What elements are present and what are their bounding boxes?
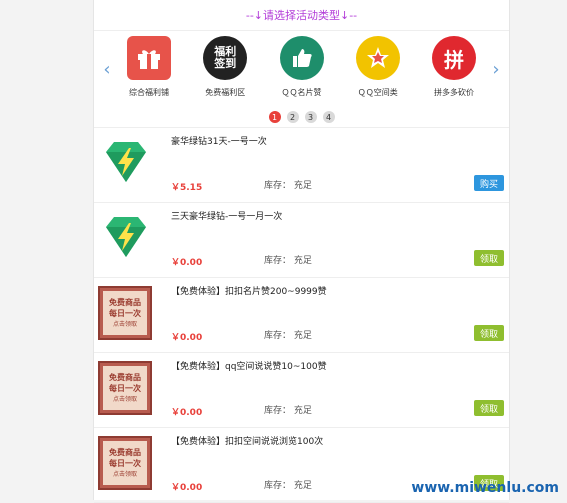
category-label: 综合福利铺 [129, 88, 169, 97]
claim-button[interactable]: 领取 [473, 400, 504, 416]
product-item[interactable]: 豪华绿钻31天-一号一次 ￥5.15 库存： 充足 购买 [94, 128, 509, 203]
product-stock: 库存： 充足 [264, 331, 312, 341]
category-qq-card-like[interactable]: ＱＱ名片赞 [265, 36, 339, 98]
green-diamond-icon [98, 136, 154, 192]
product-item[interactable]: 免费商品 每日一次 点击领取 【免费体验】qq空间说说赞10~100赞 ￥0.0… [94, 353, 509, 428]
carousel-page-dot[interactable]: 2 [286, 111, 299, 123]
product-price: ￥0.00 [171, 333, 203, 343]
product-stock: 库存： 充足 [264, 481, 312, 491]
gift-icon [127, 36, 171, 80]
watermark: www.miwenlu.com [411, 480, 559, 496]
product-stock: 库存： 充足 [264, 256, 312, 266]
welfare-checkin-icon: 福利签到 [203, 36, 248, 80]
product-price: ￥5.15 [171, 183, 203, 193]
category-label: 拼多多砍价 [434, 88, 474, 97]
product-title: 豪华绿钻31天-一号一次 [171, 137, 267, 147]
free-stamp-icon: 免费商品 每日一次 点击领取 [98, 286, 154, 342]
buy-button[interactable]: 购买 [473, 175, 504, 191]
category-general-welfare[interactable]: 综合福利铺 [112, 36, 186, 98]
category-label: ＱＱ名片赞 [281, 88, 322, 97]
pinduoduo-icon: 拼 [432, 36, 476, 80]
product-item[interactable]: 三天豪华绿钻-一号一月一次 ￥0.00 库存： 充足 领取 [94, 203, 509, 278]
product-price: ￥0.00 [171, 408, 203, 418]
free-stamp-icon: 免费商品 每日一次 点击领取 [98, 436, 154, 492]
thumbs-up-icon [279, 36, 324, 80]
claim-button[interactable]: 领取 [473, 250, 504, 266]
product-stock: 库存： 充足 [264, 181, 312, 191]
category-prompt: --↓请选择活动类型↓-- [94, 0, 509, 31]
product-stock: 库存： 充足 [264, 406, 312, 416]
product-title: 【免费体验】扣扣名片赞200~9999赞 [171, 287, 327, 297]
free-stamp-icon: 免费商品 每日一次 点击领取 [98, 361, 154, 417]
product-item[interactable]: 免费商品 每日一次 点击领取 【免费体验】扣扣名片赞200~9999赞 ￥0.0… [94, 278, 509, 353]
shop-panel: --↓请选择活动类型↓-- ‹ › 综合福利铺 福利签到 免费福利区 ＱＱ名片赞… [93, 0, 510, 503]
category-label: ＱＱ空间类 [357, 88, 398, 97]
carousel-page-dot[interactable]: 4 [322, 111, 335, 123]
star-icon [355, 36, 400, 80]
category-label: 免费福利区 [205, 88, 246, 97]
category-pinduoduo[interactable]: 拼 拼多多砍价 [417, 36, 491, 98]
product-title: 三天豪华绿钻-一号一月一次 [171, 212, 283, 222]
product-price: ￥0.00 [171, 258, 203, 268]
claim-button[interactable]: 领取 [473, 325, 504, 341]
product-price: ￥0.00 [171, 483, 203, 493]
product-title: 【免费体验】扣扣空间说说浏览100次 [171, 437, 324, 447]
green-diamond-icon [98, 211, 154, 267]
carousel-next-arrow-icon[interactable]: › [489, 59, 503, 80]
carousel-pagination: 1 2 3 4 [94, 111, 509, 123]
carousel-page-dot[interactable]: 1 [268, 111, 281, 123]
category-free-welfare[interactable]: 福利签到 免费福利区 [188, 36, 262, 98]
category-carousel: ‹ › 综合福利铺 福利签到 免费福利区 ＱＱ名片赞 ＱＱ空间类 拼 拼多多砍价… [94, 31, 509, 123]
product-title: 【免费体验】qq空间说说赞10~100赞 [171, 362, 327, 372]
product-list: 豪华绿钻31天-一号一次 ￥5.15 库存： 充足 购买 三天豪华绿钻-一号一月… [94, 127, 509, 503]
category-qq-space[interactable]: ＱＱ空间类 [341, 36, 415, 98]
carousel-page-dot[interactable]: 3 [304, 111, 317, 123]
